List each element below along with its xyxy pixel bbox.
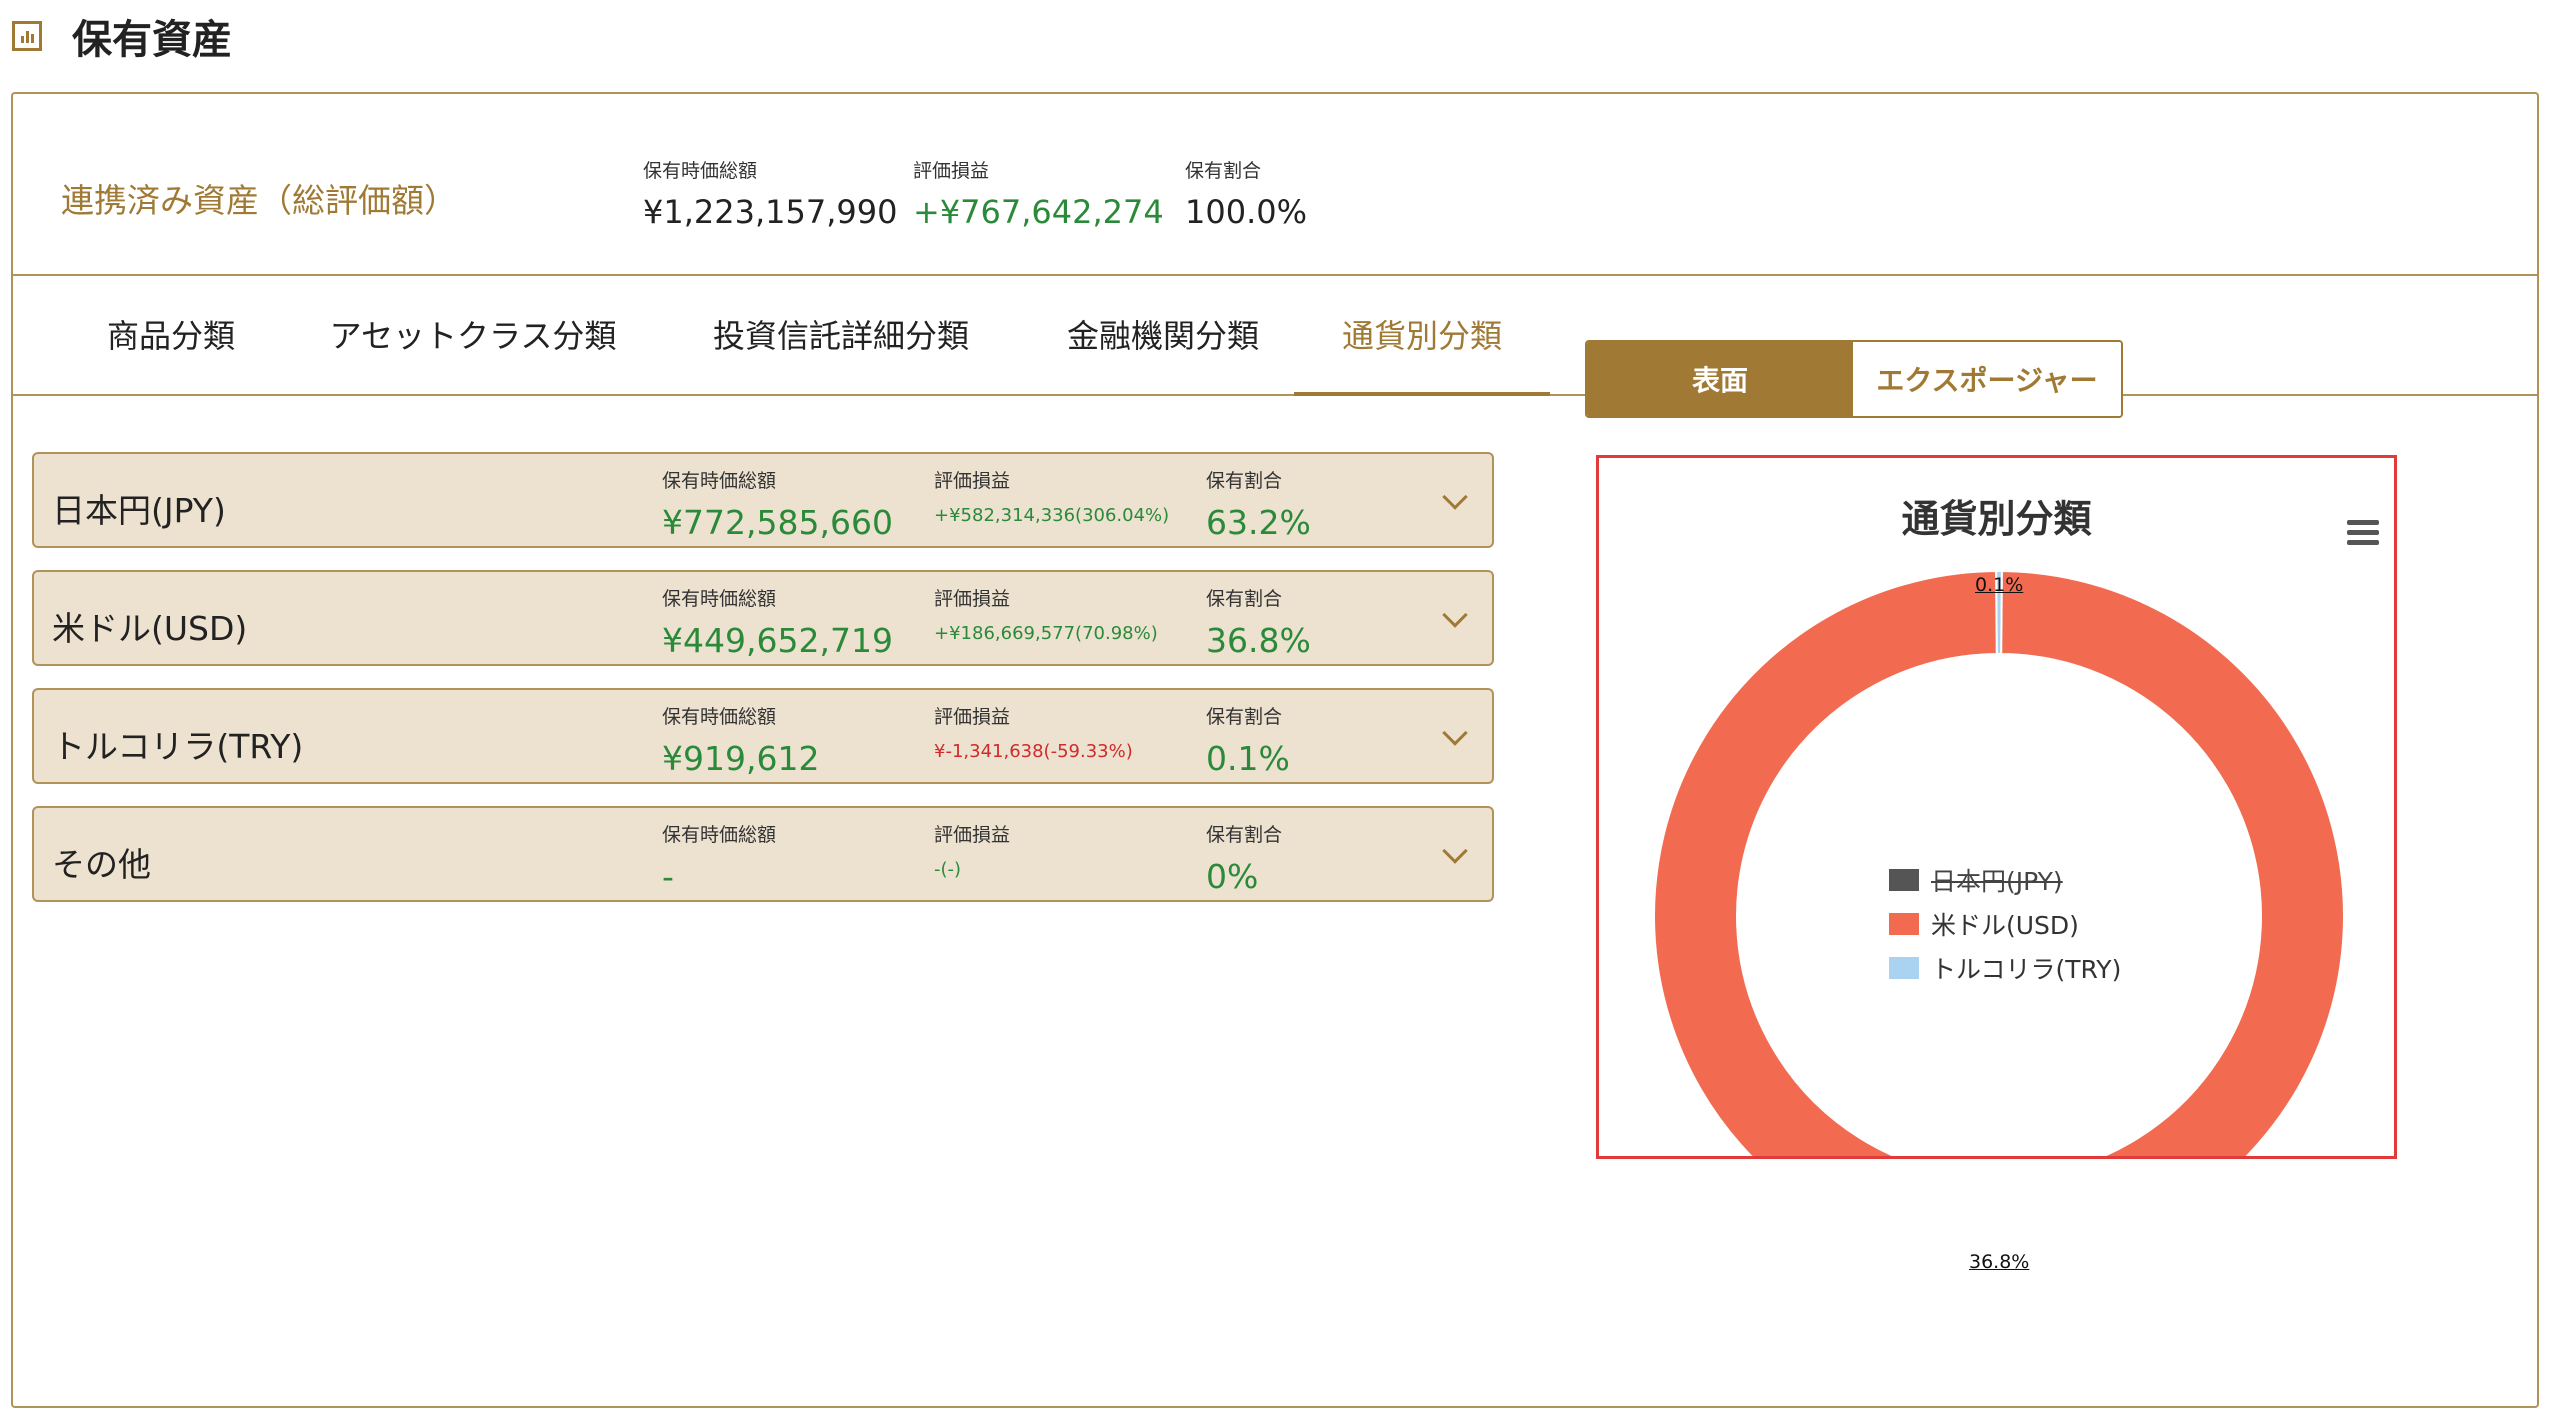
tab-product[interactable]: 商品分類 <box>81 274 261 394</box>
tab-fund-detail[interactable]: 投資信託詳細分類 <box>691 274 991 394</box>
gain-col: 評価損益 +¥186,669,577(70.98%) <box>934 584 1158 644</box>
donut-chart-svg <box>1653 570 2345 1156</box>
category-tabs: 商品分類 アセットクラス分類 投資信託詳細分類 金融機関分類 通貨別分類 <box>13 274 2537 396</box>
total-market-value: 保有時価総額 ¥1,223,157,990 <box>643 156 897 231</box>
market-value: ¥449,652,719 <box>662 621 893 660</box>
tab-institution[interactable]: 金融機関分類 <box>1043 274 1283 394</box>
ratio-value: 0% <box>1206 857 1259 896</box>
gain-col: 評価損益 -(-) <box>934 820 1010 880</box>
chart-legend: 日本円(JPY) 米ドル(USD) トルコリラ(TRY) <box>1889 858 2121 990</box>
market-value: ¥919,612 <box>662 739 820 778</box>
chevron-down-icon[interactable] <box>1442 720 1468 746</box>
surface-view-button[interactable]: 表面 <box>1587 342 1853 416</box>
view-toggle: 表面 エクスポージャー <box>1585 340 2123 418</box>
gain-label: 評価損益 <box>934 470 1011 492</box>
legend-item[interactable]: 日本円(JPY) <box>1889 858 2121 902</box>
ratio-value: 100.0% <box>1185 193 1308 231</box>
currency-name: 日本円(JPY) <box>52 491 226 530</box>
gain-value: -(-) <box>934 859 962 880</box>
market-value-label: 保有時価総額 <box>662 588 777 610</box>
ratio-label: 保有割合 <box>1206 588 1283 610</box>
currency-name: その他 <box>52 845 151 884</box>
slice-data-label: 36.8% <box>1969 1250 2030 1273</box>
gain-value: +¥186,669,577(70.98%) <box>934 623 1158 644</box>
market-value-label: 保有時価総額 <box>662 824 777 846</box>
legend-item[interactable]: 米ドル(USD) <box>1889 902 2121 946</box>
ratio-col: 保有割合 36.8% <box>1206 584 1311 660</box>
list-item[interactable]: 日本円(JPY) 保有時価総額 ¥772,585,660 評価損益 +¥582,… <box>32 452 1494 548</box>
ratio-value: 0.1% <box>1206 739 1290 778</box>
legend-item[interactable]: トルコリラ(TRY) <box>1889 946 2121 990</box>
market-value-col: 保有時価総額 - <box>662 820 776 896</box>
total-ratio: 保有割合 100.0% <box>1185 156 1307 231</box>
exposure-view-button[interactable]: エクスポージャー <box>1853 342 2121 416</box>
list-item[interactable]: トルコリラ(TRY) 保有時価総額 ¥919,612 評価損益 ¥-1,341,… <box>32 688 1494 784</box>
total-gain: 評価損益 +¥767,642,274 <box>913 156 1164 231</box>
chevron-down-icon[interactable] <box>1442 602 1468 628</box>
market-value-label: 保有時価総額 <box>662 706 777 728</box>
ratio-label: 保有割合 <box>1206 706 1283 728</box>
slice-data-label: 0.1% <box>1975 573 2024 596</box>
ratio-value: 36.8% <box>1206 621 1311 660</box>
legend-label: 日本円(JPY) <box>1931 867 2063 896</box>
market-value: ¥1,223,157,990 <box>643 193 898 231</box>
ratio-label: 保有割合 <box>1206 824 1283 846</box>
chevron-down-icon[interactable] <box>1442 838 1468 864</box>
legend-swatch <box>1889 869 1919 891</box>
gain-value: +¥582,314,336(306.04%) <box>934 505 1170 526</box>
gain-label: 評価損益 <box>913 160 990 182</box>
market-value: ¥772,585,660 <box>662 503 893 542</box>
list-item[interactable]: 米ドル(USD) 保有時価総額 ¥449,652,719 評価損益 +¥186,… <box>32 570 1494 666</box>
tab-currency[interactable]: 通貨別分類 <box>1294 274 1550 396</box>
legend-swatch <box>1889 913 1919 935</box>
bar-chart-icon <box>12 21 42 51</box>
currency-name: 米ドル(USD) <box>52 609 248 648</box>
gain-col: 評価損益 +¥582,314,336(306.04%) <box>934 466 1169 526</box>
market-value-label: 保有時価総額 <box>662 470 777 492</box>
market-value-label: 保有時価総額 <box>643 160 758 182</box>
summary-bar: 連携済み資産（総評価額） 保有時価総額 ¥1,223,157,990 評価損益 … <box>13 94 2537 276</box>
gain-col: 評価損益 ¥-1,341,638(-59.33%) <box>934 702 1133 762</box>
hamburger-menu-icon[interactable] <box>2347 520 2379 546</box>
ratio-label: 保有割合 <box>1185 160 1262 182</box>
legend-swatch <box>1889 957 1919 979</box>
page-title: 保有資産 <box>72 17 232 63</box>
chevron-down-icon[interactable] <box>1442 484 1468 510</box>
gain-value: +¥767,642,274 <box>913 193 1164 231</box>
gain-label: 評価損益 <box>934 824 1011 846</box>
gain-label: 評価損益 <box>934 706 1011 728</box>
ratio-label: 保有割合 <box>1206 470 1283 492</box>
market-value-col: 保有時価総額 ¥449,652,719 <box>662 584 893 660</box>
market-value-col: 保有時価総額 ¥772,585,660 <box>662 466 893 542</box>
ratio-col: 保有割合 63.2% <box>1206 466 1311 542</box>
summary-label: 連携済み資産（総評価額） <box>61 181 457 220</box>
ratio-col: 保有割合 0.1% <box>1206 702 1290 778</box>
legend-label: 米ドル(USD) <box>1931 911 2079 940</box>
list-item[interactable]: その他 保有時価総額 - 評価損益 -(-) 保有割合 0% <box>32 806 1494 902</box>
gain-value: ¥-1,341,638(-59.33%) <box>934 741 1133 762</box>
gain-label: 評価損益 <box>934 588 1011 610</box>
legend-label: トルコリラ(TRY) <box>1931 955 2122 984</box>
tab-asset-class[interactable]: アセットクラス分類 <box>313 274 633 394</box>
ratio-col: 保有割合 0% <box>1206 820 1282 896</box>
ratio-value: 63.2% <box>1206 503 1311 542</box>
chart-title: 通貨別分類 <box>1901 497 2092 541</box>
currency-name: トルコリラ(TRY) <box>52 727 304 766</box>
page-header: 保有資産 <box>12 8 232 64</box>
market-value-col: 保有時価総額 ¥919,612 <box>662 702 819 778</box>
currency-donut-chart: 通貨別分類 日本円(JPY) 米ドル(USD) トルコリラ(TRY) 0.1% 36.… <box>1596 455 2397 1273</box>
market-value: - <box>662 857 674 896</box>
